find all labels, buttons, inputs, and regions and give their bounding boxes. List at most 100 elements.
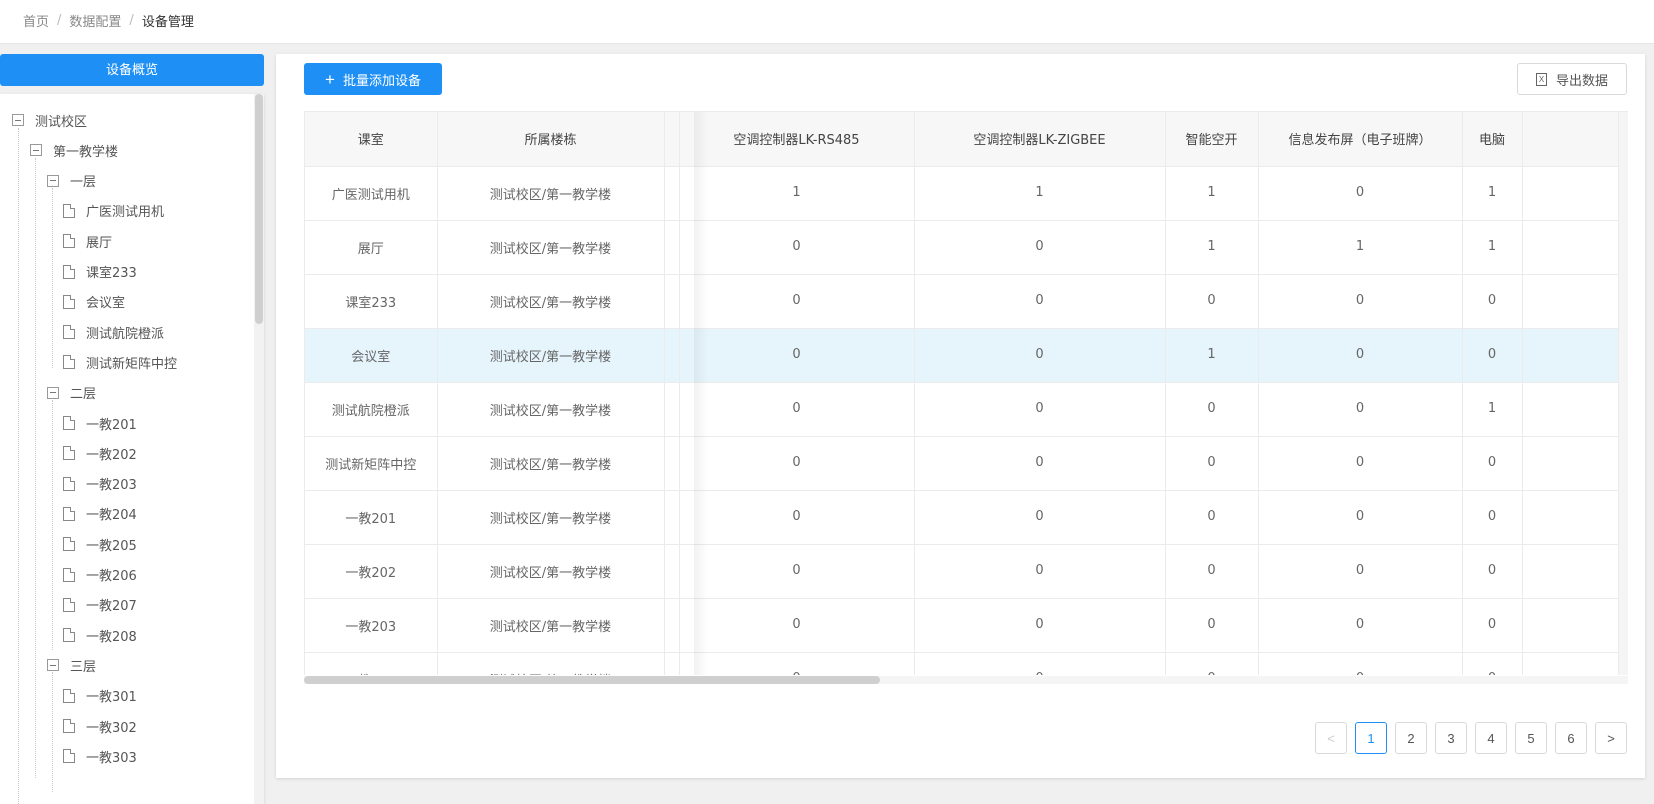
cell-room: 一教204 <box>305 652 438 675</box>
tree-folder-building[interactable]: 第一教学楼 <box>30 140 118 160</box>
tree-folder-floor[interactable]: 三层 <box>47 655 96 675</box>
column-header-smart-switch[interactable]: 智能空开 <box>1165 112 1259 167</box>
cell-smart-switch: 0 <box>1165 598 1259 653</box>
cell-room: 会议室 <box>305 328 438 383</box>
cell-computer: 0 <box>1462 328 1523 383</box>
tree-item-room[interactable]: 广医测试用机 <box>63 201 164 221</box>
table-row[interactable]: 测试航院橙派 测试校区/第一教学楼 0 0 0 0 1 <box>305 382 1628 437</box>
main-panel: + 批量添加设备 X 导出数据 课室 所属楼栋 空调控制器LK-RS485 空调… <box>276 54 1645 778</box>
tree-node-label: 二层 <box>70 387 97 403</box>
tree-node-label: 三层 <box>70 659 97 675</box>
breadcrumb: 首页 / 数据配置 / 设备管理 <box>23 11 194 30</box>
tree-folder-campus[interactable]: 测试校区 <box>12 110 87 130</box>
cell-building: 测试校区/第一教学楼 <box>437 598 665 653</box>
tree-item-room[interactable]: 一教207 <box>63 595 137 615</box>
collapse-toggle-icon[interactable] <box>47 659 59 672</box>
column-header-more <box>1522 112 1628 167</box>
tree-item-room[interactable]: 一教205 <box>63 534 137 554</box>
tree-folder-floor[interactable]: 二层 <box>47 383 96 403</box>
batch-add-device-button[interactable]: + 批量添加设备 <box>304 63 442 95</box>
cell-computer: 1 <box>1462 166 1523 221</box>
column-header-ac-zigbee[interactable]: 空调控制器LK-ZIGBEE <box>914 112 1166 167</box>
page-button-2[interactable]: 2 <box>1395 722 1427 754</box>
column-header-computer[interactable]: 电脑 <box>1462 112 1523 167</box>
tree-guide-line <box>52 672 53 792</box>
file-icon <box>63 567 75 582</box>
table-horizontal-scrollbar-thumb[interactable] <box>304 676 880 684</box>
page-button-3[interactable]: 3 <box>1435 722 1467 754</box>
collapse-toggle-icon[interactable] <box>30 144 42 157</box>
cell-ac-zigbee: 0 <box>914 544 1166 599</box>
collapse-toggle-icon[interactable] <box>12 114 24 126</box>
cell-more <box>1522 490 1628 545</box>
prev-page-button[interactable]: < <box>1315 722 1347 754</box>
tree-scrollbar[interactable] <box>254 94 264 804</box>
tree-node-label: 一教208 <box>86 629 137 645</box>
cell-info-screen: 1 <box>1258 220 1463 275</box>
column-header-ac-rs485[interactable]: 空调控制器LK-RS485 <box>679 112 915 167</box>
tree-item-room[interactable]: 一教204 <box>63 504 137 524</box>
cell-ac-rs485: 0 <box>679 274 915 329</box>
cell-computer: 0 <box>1462 544 1523 599</box>
cell-building: 测试校区/第一教学楼 <box>437 274 665 329</box>
tree-item-room[interactable]: 一教202 <box>63 443 137 463</box>
cell-info-screen: 0 <box>1258 598 1463 653</box>
page-button-1[interactable]: 1 <box>1355 722 1387 754</box>
cell-spacer <box>664 652 680 675</box>
cell-info-screen: 0 <box>1258 544 1463 599</box>
tree-scrollbar-thumb[interactable] <box>255 94 263 324</box>
tree-item-room[interactable]: 测试航院橙派 <box>63 322 164 342</box>
cell-more <box>1522 598 1628 653</box>
tree-item-room[interactable]: 一教303 <box>63 746 137 766</box>
page-button-5[interactable]: 5 <box>1515 722 1547 754</box>
breadcrumb-data-config[interactable]: 数据配置 <box>69 11 121 30</box>
cell-computer: 0 <box>1462 652 1523 675</box>
table-row[interactable]: 一教204测试校区/第一教学楼00000 <box>305 652 1628 675</box>
table-row[interactable]: 课室233 测试校区/第一教学楼 0 0 0 0 0 <box>305 274 1628 329</box>
export-data-button[interactable]: X 导出数据 <box>1517 63 1627 95</box>
file-icon <box>63 446 75 461</box>
cell-room: 一教202 <box>305 544 438 599</box>
table-row[interactable]: 会议室 测试校区/第一教学楼 0 0 1 0 0 <box>305 328 1628 383</box>
cell-smart-switch: 0 <box>1165 490 1259 545</box>
device-overview-button[interactable]: 设备概览 <box>0 54 264 86</box>
table-row[interactable]: 一教201 测试校区/第一教学楼 0 0 0 0 0 <box>305 490 1628 545</box>
breadcrumb-home[interactable]: 首页 <box>23 11 49 30</box>
collapse-toggle-icon[interactable] <box>47 174 59 187</box>
page-button-6[interactable]: 6 <box>1555 722 1587 754</box>
cell-ac-rs485: 0 <box>679 328 915 383</box>
tree-item-room[interactable]: 一教301 <box>63 686 137 706</box>
collapse-toggle-icon[interactable] <box>47 386 59 399</box>
tree-node-label: 测试航院橙派 <box>86 326 165 342</box>
file-icon <box>63 597 75 612</box>
column-header-info-screen[interactable]: 信息发布屏（电子班牌） <box>1258 112 1463 167</box>
tree-node-label: 一教205 <box>86 538 137 554</box>
column-header-room[interactable]: 课室 <box>305 112 438 167</box>
pagination: < 1 2 3 4 5 6 > <box>1307 722 1627 754</box>
tree-item-room[interactable]: 测试新矩阵中控 <box>63 352 177 372</box>
tree-item-room[interactable]: 一教206 <box>63 565 137 585</box>
tree-item-room[interactable]: 一教302 <box>63 716 137 736</box>
tree-item-room[interactable]: 一教208 <box>63 625 137 645</box>
column-header-building[interactable]: 所属楼栋 <box>437 112 665 167</box>
cell-more <box>1522 652 1628 675</box>
tree-item-room[interactable]: 一教203 <box>63 474 137 494</box>
table-row[interactable]: 一教203 测试校区/第一教学楼 0 0 0 0 0 <box>305 598 1628 653</box>
cell-computer: 0 <box>1462 436 1523 491</box>
table-row[interactable]: 展厅 测试校区/第一教学楼 0 0 1 1 1 <box>305 220 1628 275</box>
tree-guide-line <box>35 158 36 778</box>
tree-item-room[interactable]: 课室233 <box>63 262 137 282</box>
table-row[interactable]: 广医测试用机 测试校区/第一教学楼 1 1 1 0 1 <box>305 166 1628 221</box>
tree-folder-floor[interactable]: 一层 <box>47 171 96 191</box>
tree-item-room[interactable]: 一教201 <box>63 413 137 433</box>
tree-item-room[interactable]: 展厅 <box>63 231 112 251</box>
cell-smart-switch: 1 <box>1165 166 1259 221</box>
table-row[interactable]: 测试新矩阵中控 测试校区/第一教学楼 0 0 0 0 0 <box>305 436 1628 491</box>
next-page-button[interactable]: > <box>1595 722 1627 754</box>
tree-item-room[interactable]: 会议室 <box>63 292 125 312</box>
excel-file-icon: X <box>1535 72 1547 86</box>
cell-building: 测试校区/第一教学楼 <box>437 652 665 675</box>
table-horizontal-scrollbar[interactable] <box>304 676 1628 684</box>
page-button-4[interactable]: 4 <box>1475 722 1507 754</box>
table-row[interactable]: 一教202 测试校区/第一教学楼 0 0 0 0 0 <box>305 544 1628 599</box>
